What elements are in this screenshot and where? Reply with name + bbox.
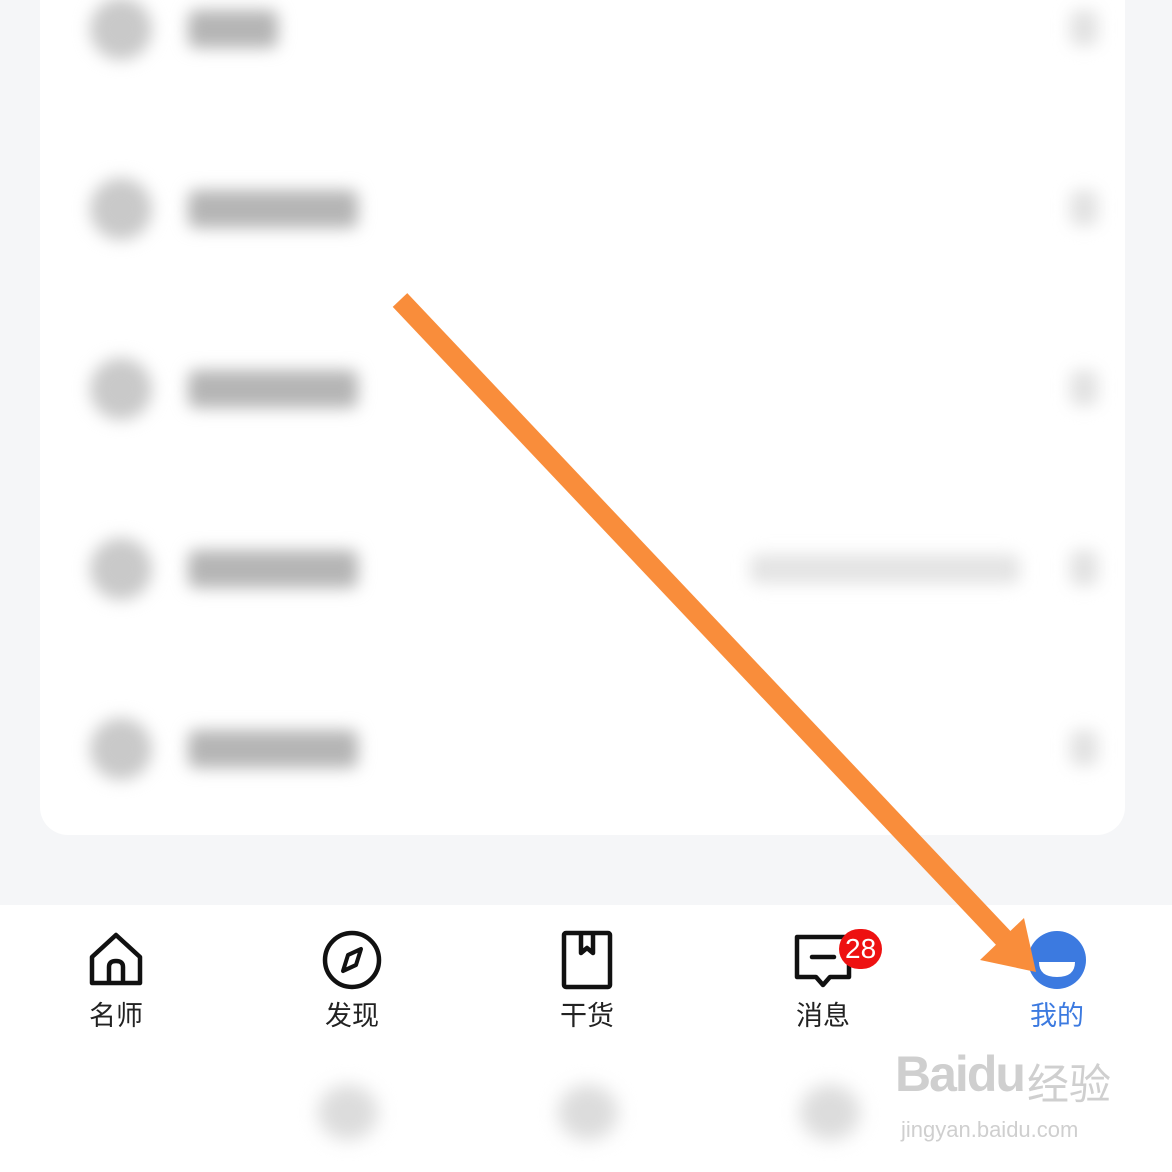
blurred-row-icon <box>90 538 152 600</box>
tab-label: 干货 <box>560 1001 614 1032</box>
blurred-icon <box>800 1085 860 1140</box>
blurred-menu-row[interactable] <box>80 340 1110 440</box>
blurred-menu-row[interactable] <box>80 160 1110 260</box>
blurred-icon <box>318 1085 378 1140</box>
blurred-row-icon <box>90 178 152 240</box>
tab-mine[interactable]: 我的 <box>987 927 1127 1057</box>
profile-face-icon <box>1028 931 1086 989</box>
blurred-row-icon <box>90 0 152 60</box>
blurred-row-icon <box>90 358 152 420</box>
chevron-right-icon <box>1070 370 1098 406</box>
blurred-menu-row[interactable] <box>80 700 1110 800</box>
blurred-row-value <box>750 554 1020 584</box>
home-icon <box>89 932 143 986</box>
bookmark-book-icon <box>561 930 613 990</box>
tab-content[interactable]: 干货 <box>517 927 657 1057</box>
chevron-right-icon <box>1070 730 1098 766</box>
blurred-row-label <box>188 730 358 768</box>
tab-label: 我的 <box>1030 1001 1084 1032</box>
blurred-row-label <box>188 10 278 48</box>
tab-messages[interactable]: 消息 28 <box>753 927 893 1057</box>
blurred-menu-row[interactable] <box>80 520 1110 620</box>
chevron-right-icon <box>1070 190 1098 226</box>
tab-discover[interactable]: 发现 <box>282 927 422 1057</box>
blurred-row-icon <box>90 718 152 780</box>
tab-label: 名师 <box>89 1001 143 1032</box>
blurred-row-label <box>188 550 358 588</box>
blurred-icon <box>558 1085 618 1140</box>
tab-home[interactable]: 名师 <box>46 927 186 1057</box>
tab-label: 发现 <box>325 1001 379 1032</box>
blurred-row-label <box>188 190 358 228</box>
unread-badge: 28 <box>839 929 883 969</box>
compass-icon <box>322 930 382 990</box>
blurred-menu-row[interactable] <box>80 0 1110 80</box>
blurred-row-label <box>188 370 358 408</box>
chevron-right-icon <box>1070 550 1098 586</box>
chevron-right-icon <box>1070 10 1098 46</box>
tab-label: 消息 <box>796 1001 850 1032</box>
